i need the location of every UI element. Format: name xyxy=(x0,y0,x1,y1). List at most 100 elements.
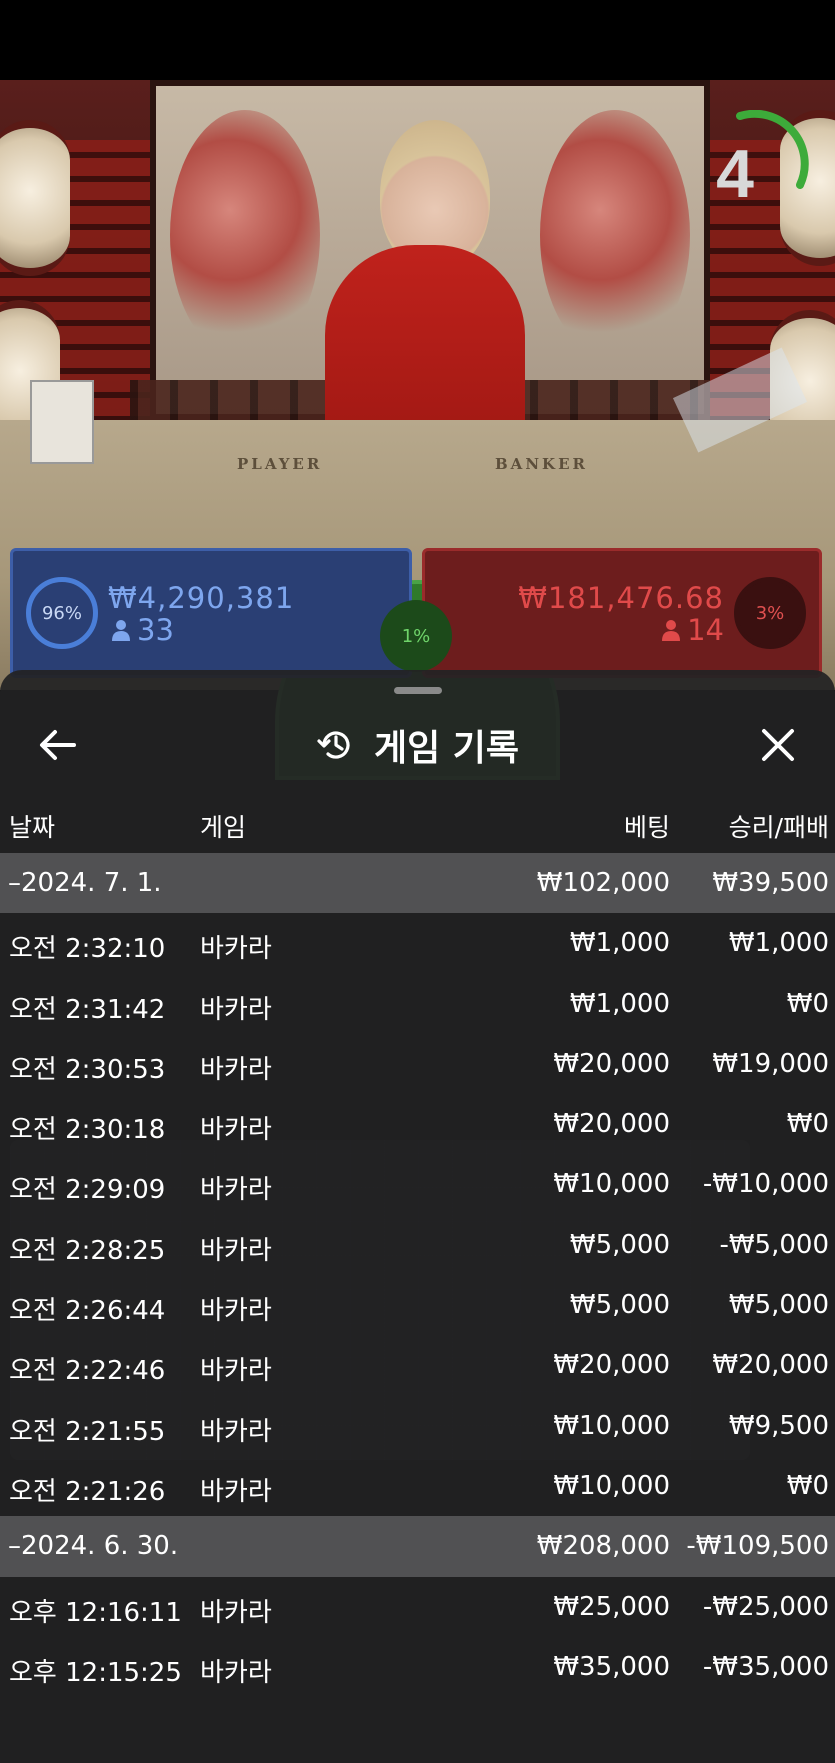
player-percent-ring: 96% xyxy=(26,577,98,649)
history-row[interactable]: 오후 12:16:11 바카라 ₩25,000 -₩25,000 xyxy=(0,1577,835,1637)
row-game: 바카라 xyxy=(200,1115,272,1146)
group-date: –2024. 7. 1. xyxy=(8,868,162,898)
group-bet-total: ₩208,000 xyxy=(536,1531,670,1562)
column-header-result: 승리/패배 xyxy=(728,813,829,842)
user-icon xyxy=(112,620,130,641)
row-time: 오후 12:16:11 xyxy=(9,1597,182,1628)
row-bet: ₩25,000 xyxy=(553,1591,670,1622)
player-bet-area[interactable]: 96% ₩4,290,381 33 xyxy=(10,548,412,678)
banker-bettor-count: 14 xyxy=(661,613,724,647)
row-bet: ₩5,000 xyxy=(569,1290,670,1321)
history-row[interactable]: 오전 2:26:44 바카라 ₩5,000 ₩5,000 xyxy=(0,1275,835,1335)
row-result: -₩35,000 xyxy=(702,1651,829,1682)
history-row[interactable]: 오전 2:32:10 바카라 ₩1,000 ₩1,000 xyxy=(0,913,835,973)
row-result: ₩0 xyxy=(786,1109,829,1140)
row-time: 오후 12:15:25 xyxy=(9,1657,182,1688)
back-button[interactable] xyxy=(30,720,86,770)
row-result: -₩25,000 xyxy=(702,1591,829,1622)
group-date: –2024. 6. 30. xyxy=(8,1531,179,1562)
row-time: 오전 2:32:10 xyxy=(9,934,166,965)
row-result: ₩5,000 xyxy=(728,1290,829,1321)
countdown-timer: 4 xyxy=(716,136,754,212)
row-time: 오전 2:30:18 xyxy=(9,1115,166,1146)
row-bet: ₩5,000 xyxy=(569,1229,670,1260)
history-row[interactable]: 오전 2:29:09 바카라 ₩10,000 -₩10,000 xyxy=(0,1154,835,1214)
row-bet: ₩1,000 xyxy=(569,988,670,1019)
row-bet: ₩10,000 xyxy=(553,1470,670,1501)
history-icon xyxy=(316,725,356,765)
player-bettor-count-value: 33 xyxy=(137,613,174,647)
row-bet: ₩10,000 xyxy=(553,1410,670,1441)
decor-lantern xyxy=(0,120,70,276)
banker-percent-ring: 3% xyxy=(734,577,806,649)
table-label-player: PLAYER xyxy=(237,455,323,473)
history-row[interactable]: 오후 12:15:25 바카라 ₩35,000 -₩35,000 xyxy=(0,1637,835,1697)
row-bet: ₩1,000 xyxy=(569,928,670,959)
close-button[interactable] xyxy=(750,720,806,770)
row-game: 바카라 xyxy=(200,934,272,965)
row-time: 오전 2:30:53 xyxy=(9,1054,166,1085)
user-icon xyxy=(662,620,681,641)
banker-bettor-count-value: 14 xyxy=(687,613,724,647)
sheet-header: 게임 기록 xyxy=(0,710,835,780)
row-time: 오전 2:31:42 xyxy=(9,994,166,1025)
game-history-sheet: 게임 기록 날짜 게임 베팅 승리/패배 –2024. 7. 1. ₩102,0… xyxy=(0,670,835,1763)
row-result: -₩5,000 xyxy=(719,1229,829,1260)
history-row[interactable]: 오전 2:31:42 바카라 ₩1,000 ₩0 xyxy=(0,974,835,1034)
player-total-amount: ₩4,290,381 xyxy=(108,581,295,615)
date-group-row[interactable]: –2024. 6. 30. ₩208,000 -₩109,500 xyxy=(0,1516,835,1577)
player-bettor-count: 33 xyxy=(111,613,174,647)
history-row[interactable]: 오전 2:21:55 바카라 ₩10,000 ₩9,500 xyxy=(0,1396,835,1456)
column-header-game: 게임 xyxy=(200,813,247,842)
card-stack xyxy=(30,380,94,464)
sheet-drag-handle[interactable] xyxy=(394,687,442,694)
row-result: ₩1,000 xyxy=(728,928,829,959)
row-game: 바카라 xyxy=(200,1175,272,1206)
row-bet: ₩20,000 xyxy=(553,1048,670,1079)
history-row[interactable]: 오전 2:30:53 바카라 ₩20,000 ₩19,000 xyxy=(0,1034,835,1094)
history-row[interactable]: 오전 2:21:26 바카라 ₩10,000 ₩0 xyxy=(0,1456,835,1516)
history-row[interactable]: 오전 2:28:25 바카라 ₩5,000 -₩5,000 xyxy=(0,1215,835,1275)
row-time: 오전 2:29:09 xyxy=(9,1175,166,1206)
row-game: 바카라 xyxy=(200,1296,272,1327)
row-time: 오전 2:28:25 xyxy=(9,1235,166,1266)
history-row[interactable]: 오전 2:30:18 바카라 ₩20,000 ₩0 xyxy=(0,1094,835,1154)
row-time: 오전 2:21:26 xyxy=(9,1476,166,1507)
group-result-total: ₩39,500 xyxy=(712,868,829,898)
sheet-title-wrap: 게임 기록 xyxy=(0,710,835,780)
row-game: 바카라 xyxy=(200,1054,272,1085)
row-time: 오전 2:21:55 xyxy=(9,1416,166,1447)
row-time: 오전 2:26:44 xyxy=(9,1296,166,1327)
column-header-bet: 베팅 xyxy=(623,813,670,842)
row-game: 바카라 xyxy=(200,1416,272,1447)
table-label-banker: BANKER xyxy=(495,455,588,473)
row-result: ₩0 xyxy=(786,988,829,1019)
row-result: ₩19,000 xyxy=(712,1048,829,1079)
row-game: 바카라 xyxy=(200,994,272,1025)
row-game: 바카라 xyxy=(200,1356,272,1387)
row-bet: ₩35,000 xyxy=(553,1651,670,1682)
tie-percent-ring: 1% xyxy=(380,600,452,672)
row-result: ₩20,000 xyxy=(712,1350,829,1381)
date-group-row[interactable]: –2024. 7. 1. ₩102,000 ₩39,500 xyxy=(0,853,835,914)
row-bet: ₩20,000 xyxy=(553,1350,670,1381)
row-result: -₩10,000 xyxy=(702,1169,829,1200)
row-game: 바카라 xyxy=(200,1597,272,1628)
row-time: 오전 2:22:46 xyxy=(9,1356,166,1387)
row-result: ₩9,500 xyxy=(728,1410,829,1441)
banker-bet-area[interactable]: 3% ₩181,476.68 14 xyxy=(422,548,822,678)
row-game: 바카라 xyxy=(200,1476,272,1507)
row-game: 바카라 xyxy=(200,1657,272,1688)
history-row[interactable]: 오전 2:22:46 바카라 ₩20,000 ₩20,000 xyxy=(0,1335,835,1395)
arrow-left-icon xyxy=(40,730,76,760)
history-table-header: 날짜 게임 베팅 승리/패배 xyxy=(0,798,835,848)
column-header-date: 날짜 xyxy=(9,813,56,842)
group-result-total: -₩109,500 xyxy=(686,1531,829,1562)
history-table-body: –2024. 7. 1. ₩102,000 ₩39,500 오전 2:32:10… xyxy=(0,853,835,1697)
close-icon xyxy=(762,729,794,761)
group-bet-total: ₩102,000 xyxy=(536,868,670,898)
row-bet: ₩10,000 xyxy=(553,1169,670,1200)
banker-total-amount: ₩181,476.68 xyxy=(518,581,724,615)
row-game: 바카라 xyxy=(200,1235,272,1266)
decor-blossom-left xyxy=(170,110,320,360)
